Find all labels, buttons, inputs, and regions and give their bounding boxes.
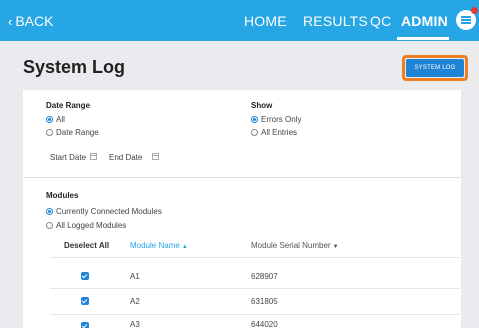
radio-selected-icon	[46, 208, 53, 215]
sort-caret-icon: ▼	[332, 244, 339, 250]
nav-home[interactable]: HOME	[244, 13, 287, 29]
radio-icon	[46, 222, 53, 229]
row-divider	[50, 314, 460, 315]
modules-option-connected-label: Currently Connected Modules	[56, 207, 162, 216]
nav-admin[interactable]: ADMIN	[401, 13, 448, 29]
chevron-left-icon: ‹	[8, 13, 13, 29]
hamburger-menu-icon[interactable]	[456, 7, 478, 30]
module-name-cell: A2	[130, 297, 140, 306]
module-serial-cell: 631805	[251, 297, 278, 306]
end-date-calendar-icon[interactable]	[152, 153, 159, 160]
section-divider	[23, 177, 461, 178]
module-serial-header-label: Module Serial Number	[251, 241, 331, 250]
row-divider	[50, 288, 460, 289]
module-name-cell: A1	[130, 272, 140, 281]
date-option-all-label: All	[56, 115, 65, 124]
module-name-column-header[interactable]: Module Name ▲	[130, 241, 188, 250]
row-divider	[50, 257, 460, 258]
show-option-all[interactable]: All Entries	[251, 128, 297, 137]
page-title: System Log	[23, 57, 126, 77]
date-option-range[interactable]: Date Range	[46, 128, 99, 137]
row-checkbox[interactable]	[81, 272, 89, 280]
sort-caret-icon: ▲	[181, 244, 188, 250]
modules-label: Modules	[46, 191, 79, 200]
system-log-button[interactable]: SYSTEM LOG	[406, 59, 464, 77]
module-serial-cell: 644020	[251, 320, 278, 328]
modules-option-logged-label: All Logged Modules	[56, 221, 127, 230]
date-range-label: Date Range	[46, 101, 91, 110]
modules-option-connected[interactable]: Currently Connected Modules	[46, 207, 162, 216]
date-option-range-label: Date Range	[56, 128, 99, 137]
show-option-all-label: All Entries	[261, 128, 298, 137]
date-option-all[interactable]: All	[46, 115, 65, 124]
module-serial-cell: 628907	[251, 272, 278, 281]
module-serial-column-header[interactable]: Module Serial Number ▼	[251, 241, 339, 250]
show-option-errors-label: Errors Only	[261, 115, 302, 124]
start-date-calendar-icon[interactable]	[90, 153, 97, 160]
filter-panel: Date Range All Date Range Show Errors On…	[23, 90, 461, 328]
start-date-label: Start Date	[50, 153, 87, 162]
active-tab-indicator	[397, 37, 449, 40]
nav-qc[interactable]: QC	[370, 13, 391, 29]
back-button[interactable]: ‹ BACK	[8, 13, 53, 29]
module-name-header-label: Module Name	[130, 241, 180, 250]
radio-icon	[46, 129, 53, 136]
notification-dot	[471, 7, 478, 14]
radio-selected-icon	[46, 116, 53, 123]
row-checkbox[interactable]	[81, 322, 89, 328]
module-name-cell: A3	[130, 320, 140, 328]
back-label: BACK	[15, 13, 54, 29]
modules-option-logged[interactable]: All Logged Modules	[46, 221, 126, 230]
row-checkbox[interactable]	[81, 297, 89, 305]
show-label: Show	[251, 101, 273, 110]
radio-selected-icon	[251, 116, 258, 123]
radio-icon	[251, 129, 258, 136]
nav-results[interactable]: RESULTS	[303, 13, 368, 29]
top-nav-bar: ‹ BACK HOME RESULTS QC ADMIN	[0, 0, 479, 41]
show-option-errors[interactable]: Errors Only	[251, 115, 301, 124]
end-date-label: End Date	[109, 153, 143, 162]
deselect-all-button[interactable]: Deselect All	[64, 241, 109, 250]
